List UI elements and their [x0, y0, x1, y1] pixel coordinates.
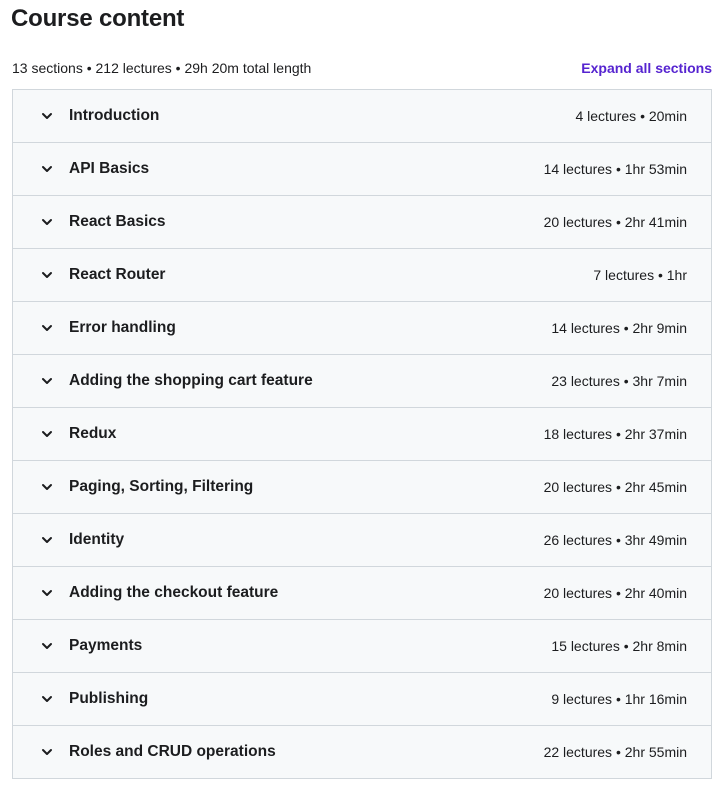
chevron-down-icon[interactable] — [39, 691, 55, 707]
chevron-down-icon[interactable] — [39, 744, 55, 760]
section-meta: 20 lectures • 2hr 41min — [543, 214, 687, 230]
section-title: Payments — [69, 637, 143, 654]
expand-all-sections-button[interactable]: Expand all sections — [581, 60, 712, 76]
course-summary: 13 sections • 212 lectures • 29h 20m tot… — [12, 60, 312, 76]
section-title: Adding the checkout feature — [69, 584, 279, 601]
section-row[interactable]: Paging, Sorting, Filtering 20 lectures •… — [13, 461, 711, 514]
section-row[interactable]: Introduction 4 lectures • 20min — [13, 90, 711, 143]
chevron-down-icon[interactable] — [39, 585, 55, 601]
section-title: API Basics — [69, 160, 150, 177]
section-title: Publishing — [69, 690, 149, 707]
section-title: Identity — [69, 531, 125, 548]
section-list: Introduction 4 lectures • 20min API Basi… — [12, 89, 712, 779]
section-title: React Basics — [69, 213, 166, 230]
section-row[interactable]: Roles and CRUD operations 22 lectures • … — [13, 726, 711, 779]
section-row[interactable]: Publishing 9 lectures • 1hr 16min — [13, 673, 711, 726]
section-meta: 9 lectures • 1hr 16min — [551, 691, 687, 707]
section-meta: 4 lectures • 20min — [575, 108, 687, 124]
section-meta: 18 lectures • 2hr 37min — [543, 426, 687, 442]
section-meta: 20 lectures • 2hr 40min — [543, 585, 687, 601]
chevron-down-icon[interactable] — [39, 267, 55, 283]
chevron-down-icon[interactable] — [39, 214, 55, 230]
section-meta: 14 lectures • 1hr 53min — [543, 161, 687, 177]
section-row[interactable]: React Basics 20 lectures • 2hr 41min — [13, 196, 711, 249]
chevron-down-icon[interactable] — [39, 532, 55, 548]
chevron-down-icon[interactable] — [39, 108, 55, 124]
section-title: Paging, Sorting, Filtering — [69, 478, 254, 495]
chevron-down-icon[interactable] — [39, 161, 55, 177]
section-row[interactable]: Error handling 14 lectures • 2hr 9min — [13, 302, 711, 355]
chevron-down-icon[interactable] — [39, 638, 55, 654]
section-row[interactable]: API Basics 14 lectures • 1hr 53min — [13, 143, 711, 196]
chevron-down-icon[interactable] — [39, 479, 55, 495]
section-title: Error handling — [69, 319, 176, 336]
course-summary-row: 13 sections • 212 lectures • 29h 20m tot… — [12, 58, 712, 78]
section-title: Redux — [69, 425, 117, 442]
section-row[interactable]: React Router 7 lectures • 1hr — [13, 249, 711, 302]
section-meta: 7 lectures • 1hr — [593, 267, 687, 283]
section-meta: 20 lectures • 2hr 45min — [543, 479, 687, 495]
section-title: Introduction — [69, 107, 160, 124]
section-row[interactable]: Redux 18 lectures • 2hr 37min — [13, 408, 711, 461]
section-row[interactable]: Payments 15 lectures • 2hr 8min — [13, 620, 711, 673]
section-meta: 15 lectures • 2hr 8min — [551, 638, 687, 654]
section-row[interactable]: Adding the shopping cart feature 23 lect… — [13, 355, 711, 408]
page-title: Course content — [11, 5, 185, 32]
section-meta: 14 lectures • 2hr 9min — [551, 320, 687, 336]
chevron-down-icon[interactable] — [39, 320, 55, 336]
section-meta: 26 lectures • 3hr 49min — [543, 532, 687, 548]
section-row[interactable]: Adding the checkout feature 20 lectures … — [13, 567, 711, 620]
section-row[interactable]: Identity 26 lectures • 3hr 49min — [13, 514, 711, 567]
section-title: Roles and CRUD operations — [69, 743, 276, 760]
chevron-down-icon[interactable] — [39, 373, 55, 389]
section-title: React Router — [69, 266, 166, 283]
chevron-down-icon[interactable] — [39, 426, 55, 442]
section-meta: 22 lectures • 2hr 55min — [543, 744, 687, 760]
section-meta: 23 lectures • 3hr 7min — [551, 373, 687, 389]
section-title: Adding the shopping cart feature — [69, 372, 313, 389]
